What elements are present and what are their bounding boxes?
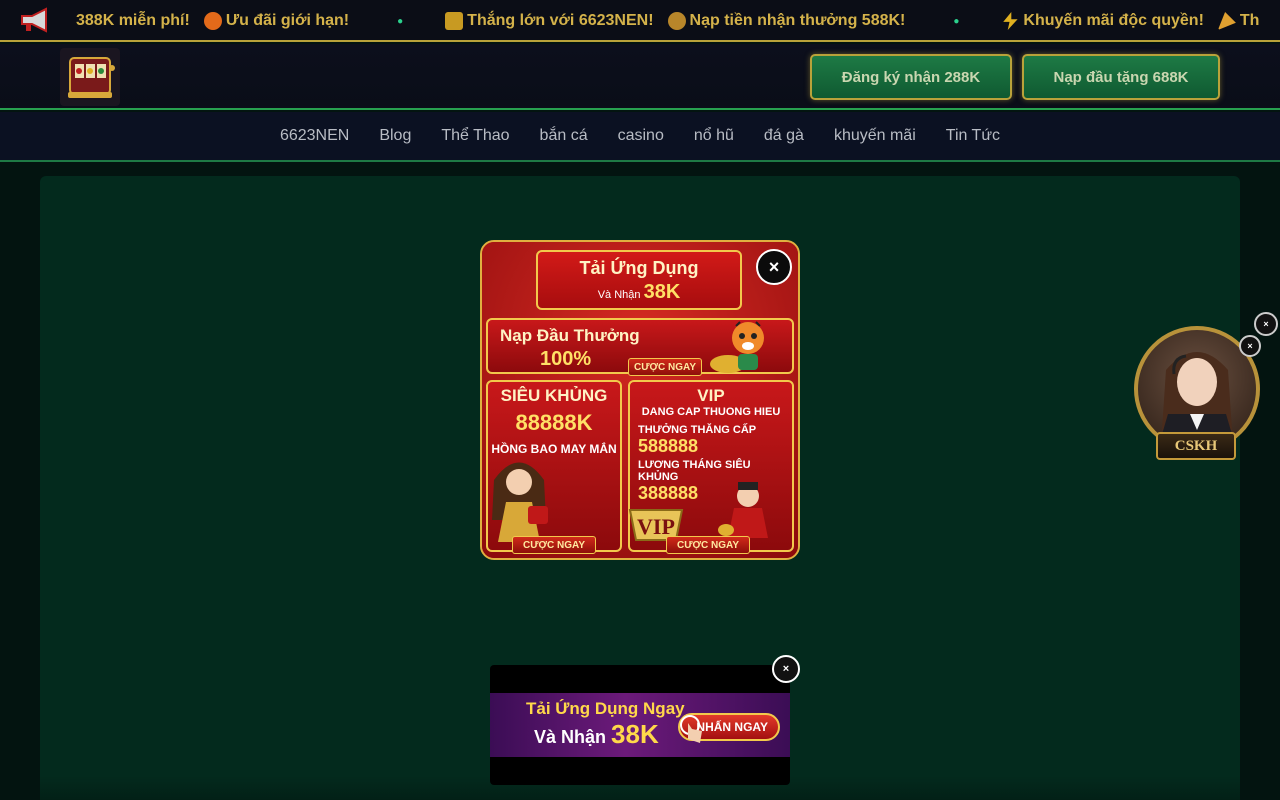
vip-sub: DANG CAP THUONG HIEU: [641, 406, 781, 418]
nav-item-blog[interactable]: Blog: [379, 127, 411, 145]
ticker-separator: ●: [953, 15, 960, 27]
deposit-bonus-title: Nạp Đầu Thưởng: [500, 326, 640, 345]
bet-now-button[interactable]: CƯỢC NGAY: [512, 536, 596, 554]
ticker-message: Thar: [1217, 12, 1260, 30]
support-label: CSKH: [1156, 432, 1236, 460]
nav-item-sports[interactable]: Thể Thao: [441, 127, 509, 145]
vip-upgrade-label: THƯỞNG THĂNG CẤP: [638, 424, 757, 436]
party-icon: [1217, 12, 1236, 30]
popup-banner: Tải Ứng Dụng Và Nhận 38K: [536, 250, 742, 310]
red-envelope-title: SIÊU KHỦNG: [500, 386, 608, 405]
lightning-icon: [1003, 12, 1018, 30]
money-bag-icon: [667, 12, 686, 30]
ad-close-button[interactable]: ×: [772, 655, 800, 683]
trophy-icon: [445, 12, 464, 30]
ticker-separator: ●: [397, 15, 404, 27]
ad-line1: Tải Ứng Dụng Ngay: [526, 699, 685, 718]
tiger-mascot-icon: [708, 314, 772, 374]
red-envelope-amount: 88888K: [515, 410, 593, 435]
site-header: Đăng ký nhận 288K Nạp đầu tặng 688K: [0, 44, 1280, 110]
nav-item-casino[interactable]: casino: [618, 127, 664, 145]
hostess-illustration-icon: [484, 450, 554, 542]
deposit-bonus-percent: 100%: [540, 348, 592, 370]
nav-item-home[interactable]: 6623NEN: [280, 127, 349, 145]
nav-item-cockfight[interactable]: đá gà: [764, 127, 804, 145]
promo-popup[interactable]: Tải Ứng Dụng Và Nhận 38K Nạp Đầu Thưởng …: [480, 240, 800, 560]
vip-title: VIP: [697, 386, 725, 405]
nav-item-slots[interactable]: nổ hũ: [694, 127, 734, 145]
bet-now-button[interactable]: CƯỢC NGAY: [666, 536, 750, 554]
ticker-message: 388K miễn phí!: [76, 12, 190, 29]
fire-icon: [203, 12, 222, 30]
popup-close-button[interactable]: ×: [756, 249, 792, 285]
deposit-button[interactable]: Nạp đầu tặng 688K: [1022, 54, 1220, 100]
ticker-message: Khuyến mãi độc quyền!: [1001, 12, 1204, 30]
nav-item-fishing[interactable]: bắn cá: [540, 127, 588, 145]
ad-line2: Và Nhận 38K: [534, 719, 659, 749]
ticker-message: Thắng lớn với 6623NEN!: [445, 12, 654, 30]
nav-item-promotions[interactable]: khuyến mãi: [834, 127, 916, 145]
nav-item-news[interactable]: Tin Tức: [946, 127, 1000, 145]
popup-banner-title: Tải Ứng Dụng: [579, 258, 699, 278]
ticker-message: Ưu đãi giới hạn!: [203, 12, 349, 30]
popup-banner-sub: Và Nhận 38K: [597, 281, 681, 303]
pointing-hand-icon: [678, 713, 708, 747]
support-close-button[interactable]: ×: [1239, 335, 1261, 357]
side-close-button[interactable]: ×: [1254, 312, 1278, 336]
ticker-track: 388K miễn phí! Ưu đãi giới hạn! ● Thắng …: [76, 0, 1260, 40]
app-download-ad[interactable]: Tải Ứng Dụng Ngay Và Nhận 38K NHẤN NGAY: [490, 665, 790, 785]
site-logo[interactable]: [60, 48, 120, 106]
god-of-wealth-icon: [718, 478, 774, 538]
main-nav: 6623NEN Blog Thể Thao bắn cá casino nổ h…: [0, 112, 1280, 162]
ticker-message: Nạp tiền nhận thưởng 588K!: [667, 12, 905, 30]
vip-upgrade-value: 588888: [638, 436, 699, 456]
promo-ticker: 388K miễn phí! Ưu đãi giới hạn! ● Thắng …: [0, 0, 1280, 42]
megaphone-icon: [0, 0, 70, 40]
register-button[interactable]: Đăng ký nhận 288K: [810, 54, 1012, 100]
bet-now-button[interactable]: CƯỢC NGAY: [628, 358, 702, 376]
